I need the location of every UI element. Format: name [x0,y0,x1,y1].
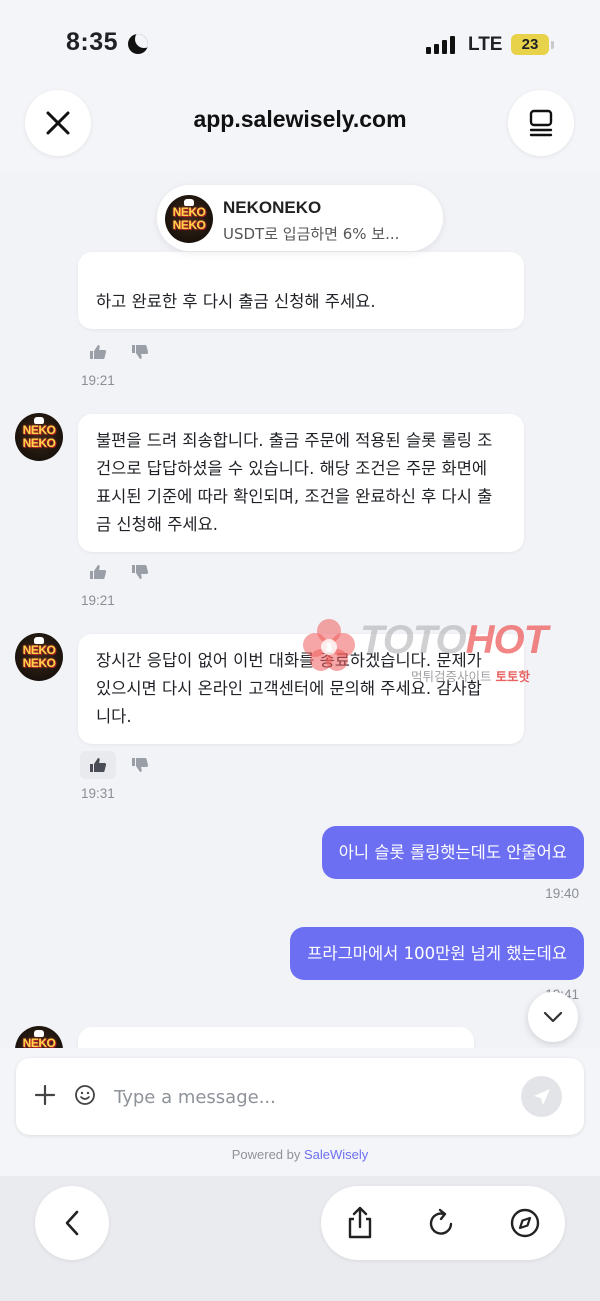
plus-icon [34,1084,56,1106]
thumbs-up-icon [90,565,107,579]
send-button[interactable] [521,1076,562,1117]
moon-icon [128,34,148,54]
message-timestamp: 19:40 [545,886,579,901]
signal-icon [426,36,455,54]
share-icon [348,1206,372,1239]
message-timestamp: 19:21 [81,373,115,388]
brand-preview: USDT로 입금하면 6% 보... [223,225,400,243]
agent-message-bubble-partial [78,1027,474,1048]
attach-button[interactable] [34,1084,56,1110]
user-message-bubble: 프라그마에서 100만원 넘게 했는데요 [290,927,584,980]
back-icon [65,1210,79,1236]
reload-icon [429,1208,453,1235]
battery-tip [551,41,554,49]
status-time: 8:35 [66,28,119,56]
agent-message-bubble: 불편을 드려 죄송합니다. 출금 주문에 적용된 슬롯 롤링 조 건으로 답답하… [78,414,524,552]
share-button[interactable] [340,1203,380,1243]
message-reactions [80,558,158,586]
tabs-button[interactable] [508,90,574,156]
message-reactions [80,338,158,366]
thumbs-down-button[interactable] [122,751,158,779]
thumbs-down-icon [132,565,149,579]
user-message-bubble: 아니 슬롯 롤링햇는데도 안줄어요 [321,826,584,879]
chat-header-pill[interactable]: NEKO NEKO NEKONEKO USDT로 입금하면 6% 보... [157,185,443,251]
battery-icon: 23 [511,34,549,55]
toolbar-actions [321,1186,565,1260]
status-bar: 8:35 LTE 23 [0,0,600,80]
tabs-icon [529,109,553,137]
emoji-button[interactable] [74,1084,96,1110]
compass-icon [510,1208,540,1238]
agent-avatar: NEKO NEKO [15,633,63,681]
chat-area[interactable]: NEKO NEKO NEKONEKO USDT로 입금하면 6% 보... 하고… [0,172,600,1048]
thumbs-down-button[interactable] [122,338,158,366]
reload-button[interactable] [422,1203,462,1243]
brand-name: NEKONEKO [223,198,322,217]
composer-area: Powered by SaleWisely [0,1048,600,1176]
emoji-icon [75,1085,95,1105]
chevron-down-icon [543,1011,563,1023]
message-composer [16,1058,584,1135]
thumbs-down-icon [132,758,149,772]
agent-avatar: NEKO NEKO [15,1026,63,1048]
message-reactions [80,751,158,779]
back-button[interactable] [35,1186,109,1260]
powered-by-brand[interactable]: SaleWisely [304,1147,368,1162]
message-line: 니다. [96,707,132,726]
agent-message-bubble: 장시간 응답이 없어 이번 대화를 종료하겠습니다. 문제가 있으시면 다시 온… [78,634,524,744]
message-line: 건으로 답답하셨을 수 있습니다. 해당 조건은 주문 화면에 [96,459,488,478]
message-line: 장시간 응답이 없어 이번 대화를 종료하겠습니다. 문제가 [96,651,482,670]
thumbs-down-button[interactable] [122,558,158,586]
message-line: 있으시면 다시 온라인 고객센터에 문의해 주세요. 감사합 [96,679,482,698]
thumbs-down-icon [132,345,149,359]
browser-toolbar [0,1176,600,1301]
compass-button[interactable] [505,1203,545,1243]
scroll-down-button[interactable] [528,992,578,1042]
message-timestamp: 19:31 [81,786,115,801]
thumbs-up-icon [90,758,107,772]
network-label: LTE [468,34,503,55]
browser-header: app.salewisely.com [0,80,600,172]
agent-message-bubble: 하고 완료한 후 다시 출금 신청해 주세요. [78,252,524,329]
message-line: 불편을 드려 죄송합니다. 출금 주문에 적용된 슬롯 롤링 조 [96,431,493,450]
message-line: 하고 완료한 후 다시 출금 신청해 주세요. [96,292,376,311]
agent-avatar: NEKO NEKO [15,413,63,461]
brand-logo: NEKO NEKO [165,195,213,243]
send-icon [533,1088,550,1105]
message-timestamp: 19:21 [81,593,115,608]
powered-by: Powered by SaleWisely [231,1147,369,1162]
message-line: 표시된 기준에 따라 확인되며, 조건을 완료하신 후 다시 출 [96,487,493,506]
thumbs-up-button[interactable] [80,751,116,779]
thumbs-up-icon [90,345,107,359]
message-line: 금 신청해 주세요. [96,515,218,534]
thumbs-up-button[interactable] [80,338,116,366]
thumbs-up-button[interactable] [80,558,116,586]
message-input[interactable] [114,1080,494,1114]
